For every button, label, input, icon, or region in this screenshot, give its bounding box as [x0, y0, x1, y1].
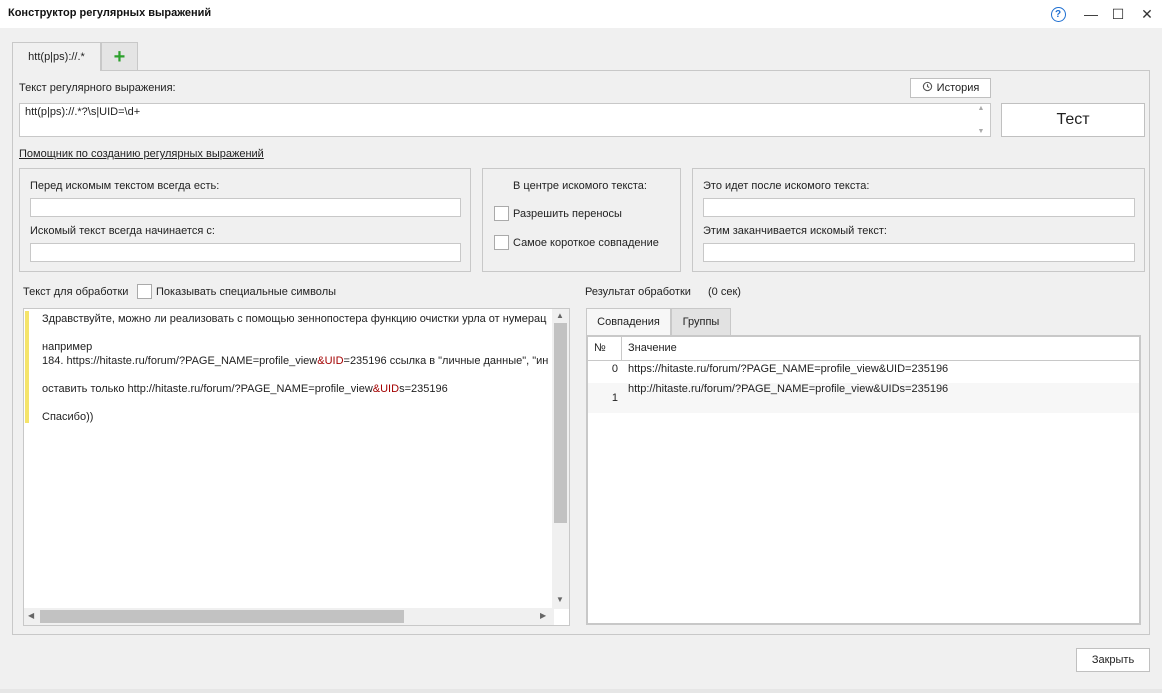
ends-input[interactable]	[703, 243, 1135, 262]
history-icon	[922, 81, 933, 95]
after-input[interactable]	[703, 198, 1135, 217]
scroll-up-icon[interactable]: ▲	[556, 311, 564, 320]
result-label: Результат обработки	[585, 286, 691, 298]
minimize-icon: —	[1084, 6, 1098, 22]
regex-helper-link[interactable]: Помощник по созданию регулярных выражени…	[19, 148, 264, 160]
before-group: Перед искомым текстом всегда есть: Иском…	[19, 168, 471, 272]
center-title: В центре искомого текста:	[513, 180, 647, 192]
column-header-value[interactable]: Значение	[628, 342, 677, 354]
maximize-icon: ☐	[1111, 5, 1125, 22]
regex-input[interactable]: htt(p|ps)://.*?\s|UID=\d+ ▲ ▼	[19, 103, 991, 137]
scroll-right-icon[interactable]: ▶	[540, 611, 546, 620]
starts-input[interactable]	[30, 243, 461, 262]
minimize-button[interactable]: —	[1080, 4, 1102, 24]
source-vertical-scrollbar[interactable]: ▲ ▼	[552, 309, 569, 609]
before-label: Перед искомым текстом всегда есть:	[30, 180, 220, 192]
center-group: В центре искомого текста: Разрешить пере…	[482, 168, 681, 272]
source-label: Текст для обработки	[23, 286, 129, 298]
matches-grid: № Значение 0 https://hitaste.ru/forum/?P…	[586, 335, 1141, 625]
row-value: http://hitaste.ru/forum/?PAGE_NAME=profi…	[628, 383, 949, 395]
scroll-thumb[interactable]	[554, 323, 567, 523]
add-tab-button[interactable]: +	[101, 42, 138, 71]
result-time: (0 сек)	[708, 286, 741, 298]
regex-scrollbar[interactable]: ▲ ▼	[974, 105, 988, 135]
row-num: 1	[611, 392, 618, 404]
regex-value: htt(p|ps)://.*?\s|UID=\d+	[25, 106, 141, 118]
tab-regex-1[interactable]: htt(p|ps)://.*	[12, 42, 101, 71]
before-input[interactable]	[30, 198, 461, 217]
source-text: Здравствуйте, можно ли реализовать с пом…	[42, 313, 549, 423]
ends-label: Этим заканчивается искомый текст:	[703, 225, 887, 237]
history-button[interactable]: История	[910, 78, 991, 98]
table-row[interactable]: 1 http://hitaste.ru/forum/?PAGE_NAME=pro…	[588, 383, 1139, 413]
test-button[interactable]: Тест	[1001, 103, 1145, 137]
scroll-down-icon[interactable]: ▼	[556, 595, 564, 604]
shortest-match-label[interactable]: Самое короткое совпадение	[513, 237, 659, 249]
plus-icon: +	[113, 45, 126, 68]
close-icon: ✕	[1141, 5, 1153, 22]
after-group: Это идет после искомого текста: Этим зак…	[692, 168, 1145, 272]
scroll-left-icon[interactable]: ◀	[28, 611, 34, 620]
scroll-up-icon[interactable]: ▲	[978, 105, 985, 112]
source-text-editor[interactable]: Здравствуйте, можно ли реализовать с пом…	[23, 308, 570, 626]
title-bar: Конструктор регулярных выражений ? — ☐ ✕	[0, 0, 1162, 28]
help-icon: ?	[1050, 6, 1066, 22]
column-header-num[interactable]: №	[594, 342, 606, 354]
scroll-down-icon[interactable]: ▼	[978, 128, 985, 135]
row-value: https://hitaste.ru/forum/?PAGE_NAME=prof…	[628, 363, 949, 375]
dialog-body: htt(p|ps)://.* + Текст регулярного выраж…	[0, 28, 1162, 693]
column-divider	[621, 337, 622, 361]
help-button[interactable]: ?	[1047, 4, 1069, 24]
regex-label: Текст регулярного выражения:	[19, 82, 176, 94]
starts-label: Искомый текст всегда начинается с:	[30, 225, 215, 237]
tab-matches[interactable]: Совпадения	[586, 308, 671, 335]
maximize-button[interactable]: ☐	[1107, 4, 1129, 24]
modified-lines-marker	[25, 311, 29, 423]
allow-newlines-checkbox[interactable]	[494, 206, 509, 221]
close-button[interactable]: Закрыть	[1076, 648, 1150, 672]
close-window-button[interactable]: ✕	[1136, 4, 1158, 24]
after-label: Это идет после искомого текста:	[703, 180, 870, 192]
grid-header: № Значение	[588, 337, 1139, 361]
table-row[interactable]: 0 https://hitaste.ru/forum/?PAGE_NAME=pr…	[588, 363, 1139, 383]
scroll-thumb[interactable]	[40, 610, 404, 623]
source-horizontal-scrollbar[interactable]: ◀ ▶	[24, 608, 554, 625]
window-bottom-edge	[0, 689, 1162, 693]
regex-panel: Текст регулярного выражения: История htt…	[12, 70, 1150, 635]
shortest-match-checkbox[interactable]	[494, 235, 509, 250]
history-label: История	[936, 82, 980, 94]
show-special-label[interactable]: Показывать специальные символы	[156, 286, 336, 298]
window-title: Конструктор регулярных выражений	[8, 7, 212, 19]
tab-groups[interactable]: Группы	[671, 308, 731, 335]
row-num: 0	[611, 363, 618, 375]
allow-newlines-label[interactable]: Разрешить переносы	[513, 208, 622, 220]
show-special-checkbox[interactable]	[137, 284, 152, 299]
